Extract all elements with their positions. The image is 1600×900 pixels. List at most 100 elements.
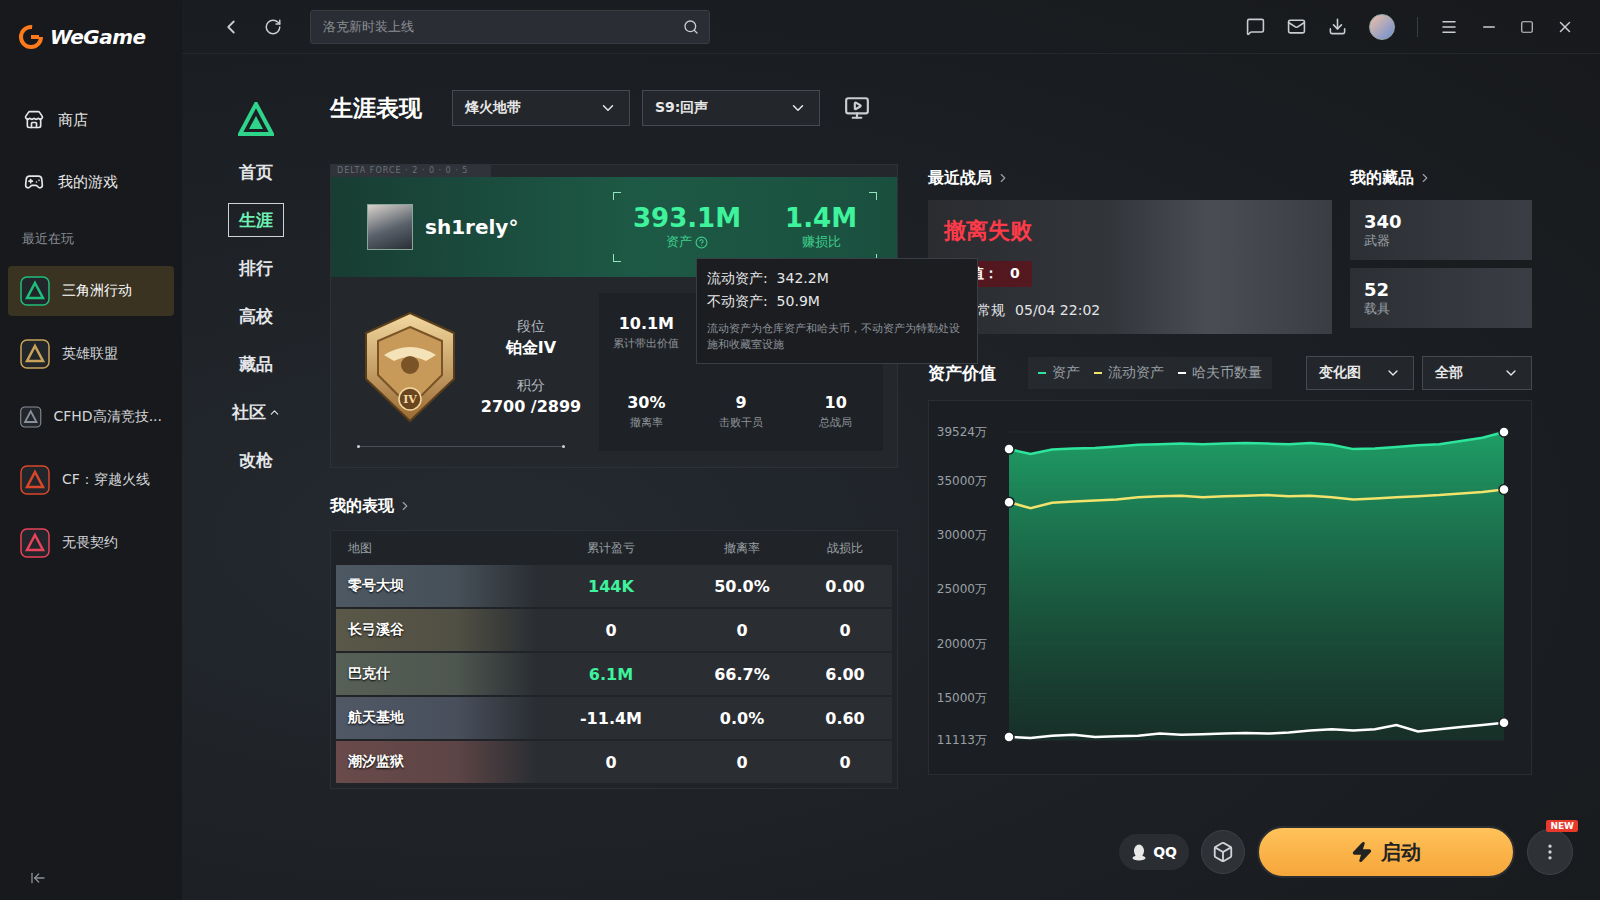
- ratio-group: 1.4M赚损比: [785, 203, 857, 251]
- video-button[interactable]: [844, 95, 870, 121]
- maximize-button[interactable]: [1520, 20, 1534, 34]
- help-icon[interactable]: [695, 236, 708, 249]
- rank-badge-icon: IV: [354, 309, 466, 425]
- points-label: 积分: [517, 377, 545, 395]
- more-icon: [1540, 842, 1560, 862]
- svg-text:39524万: 39524万: [937, 425, 987, 439]
- recent-header[interactable]: 最近战局: [928, 166, 1332, 190]
- collection-card[interactable]: 340武器: [1350, 200, 1532, 260]
- back-button[interactable]: [220, 16, 242, 38]
- chat-button[interactable]: [1246, 17, 1265, 36]
- collapse-button[interactable]: [8, 870, 174, 886]
- performance-header[interactable]: 我的表现: [330, 494, 898, 518]
- menu-button[interactable]: [1440, 18, 1458, 36]
- game-item[interactable]: CF：穿越火线: [8, 455, 174, 505]
- cube-icon: [1212, 841, 1234, 863]
- sub-nav-item[interactable]: 生涯: [228, 203, 284, 237]
- rate-cell: 0.0%: [686, 709, 798, 728]
- legend-item[interactable]: 哈夫币数量: [1178, 364, 1262, 382]
- sidebar-item[interactable]: 我的游戏: [8, 160, 174, 204]
- card-tab: DELTA FORCE · 2 · 0 · 0 · 5: [331, 165, 491, 177]
- collection-card[interactable]: 52载具: [1350, 268, 1532, 328]
- match-meta: 大坝-常规05/04 22:02: [944, 302, 1316, 320]
- series-start-point[interactable]: [1004, 444, 1014, 454]
- qq-button[interactable]: QQ: [1119, 834, 1189, 870]
- series-line: [1009, 432, 1504, 454]
- more-button[interactable]: NEW: [1527, 829, 1573, 875]
- game-item[interactable]: 无畏契约: [8, 518, 174, 568]
- search-placeholder: 洛克新时装上线: [323, 18, 414, 36]
- filter-dropdown[interactable]: 烽火地带: [452, 90, 630, 126]
- table-row[interactable]: 长弓溪谷000: [336, 609, 892, 651]
- launcher-bar: QQ 启动 NEW: [1119, 826, 1573, 878]
- download-icon: [1328, 17, 1347, 36]
- tooltip-note: 流动资产为仓库资产和哈夫币，不动资产为特勤处设施和收藏室设施: [707, 321, 967, 353]
- series-start-point[interactable]: [1004, 732, 1014, 742]
- series-end-point[interactable]: [1499, 718, 1509, 728]
- section-title: 我的藏品: [1350, 168, 1414, 189]
- recent-match-card[interactable]: 撤离失败价值：0大坝-常规05/04 22:02: [928, 200, 1332, 334]
- sub-nav-item[interactable]: 社区: [221, 395, 292, 429]
- table-row[interactable]: 航天基地-11.4M0.0%0.60: [336, 697, 892, 739]
- sidebar-item[interactable]: 商店: [8, 98, 174, 142]
- accelerator-button[interactable]: [1201, 830, 1245, 874]
- series-start-point[interactable]: [1004, 497, 1014, 507]
- minimize-icon: [1480, 18, 1498, 36]
- sub-nav-item[interactable]: 高校: [228, 299, 284, 333]
- legend-swatch: [1178, 372, 1186, 374]
- asset-group[interactable]: 393.1M资产: [633, 203, 741, 251]
- view-dropdown[interactable]: 变化图: [1306, 356, 1414, 390]
- series-end-point[interactable]: [1499, 427, 1509, 437]
- launch-button[interactable]: 启动: [1257, 826, 1515, 878]
- legend-item[interactable]: 资产: [1038, 364, 1080, 382]
- chevron-right-icon: [398, 499, 412, 513]
- game-item[interactable]: 三角洲行动: [8, 266, 174, 316]
- game-icon: [20, 528, 50, 558]
- sub-nav-item[interactable]: 改枪: [228, 443, 284, 477]
- refresh-button[interactable]: [264, 18, 282, 36]
- points-value: 2700 /2899: [481, 397, 581, 416]
- game-logo[interactable]: [238, 102, 274, 136]
- sub-nav-label: 生涯: [239, 209, 273, 232]
- profit-cell: 144K: [536, 577, 686, 596]
- download-button[interactable]: [1328, 17, 1347, 36]
- close-button[interactable]: [1556, 18, 1574, 36]
- range-dropdown[interactable]: 全部: [1422, 356, 1532, 390]
- column-header: 累计盈亏: [536, 540, 686, 557]
- legend-label: 哈夫币数量: [1192, 364, 1262, 382]
- column-header: 战损比: [798, 540, 892, 557]
- section-label: 最近在玩: [8, 230, 174, 248]
- chevron-down-icon: [1503, 365, 1519, 381]
- sub-nav-item[interactable]: 排行: [228, 251, 284, 285]
- performance-table: 地图累计盈亏撤离率战损比零号大坝144K50.0%0.00长弓溪谷000巴克什6…: [330, 530, 898, 789]
- table-row[interactable]: 零号大坝144K50.0%0.00: [336, 565, 892, 607]
- collection-list: 340武器 52载具: [1350, 200, 1532, 328]
- stat-cell: 10.1M累计带出价值: [599, 293, 694, 372]
- sub-nav-label: 藏品: [239, 353, 273, 376]
- profit-cell: 6.1M: [536, 665, 686, 684]
- stat-value: 30%: [627, 393, 665, 412]
- minimize-button[interactable]: [1480, 18, 1498, 36]
- game-item[interactable]: CFHD高清竞技...: [8, 392, 174, 442]
- legend-item[interactable]: 流动资产: [1094, 364, 1164, 382]
- track-dot: [357, 445, 360, 448]
- asset-area: [1009, 432, 1504, 740]
- rate-cell: 50.0%: [686, 577, 798, 596]
- table-row[interactable]: 巴克什6.1M66.7%6.00: [336, 653, 892, 695]
- mail-button[interactable]: [1287, 17, 1306, 36]
- sub-nav-item[interactable]: 首页: [228, 155, 284, 189]
- collection-header[interactable]: 我的藏品: [1350, 166, 1532, 190]
- badge-wrap: IV: [349, 309, 471, 425]
- filter-dropdown[interactable]: S9:回声: [642, 90, 820, 126]
- search-field[interactable]: 洛克新时装上线: [310, 10, 710, 44]
- profit-cell: -11.4M: [536, 709, 686, 728]
- user-avatar[interactable]: [1369, 14, 1395, 40]
- series-end-point[interactable]: [1499, 485, 1509, 495]
- sub-nav-item[interactable]: 藏品: [228, 347, 284, 381]
- app-logo[interactable]: WeGame: [8, 20, 174, 54]
- svg-text:15000万: 15000万: [937, 691, 987, 705]
- stat-cell: 10总战局: [788, 372, 883, 451]
- game-item[interactable]: 英雄联盟: [8, 329, 174, 379]
- table-row[interactable]: 潮汐监狱000: [336, 741, 892, 783]
- bolt-icon: [1351, 841, 1373, 863]
